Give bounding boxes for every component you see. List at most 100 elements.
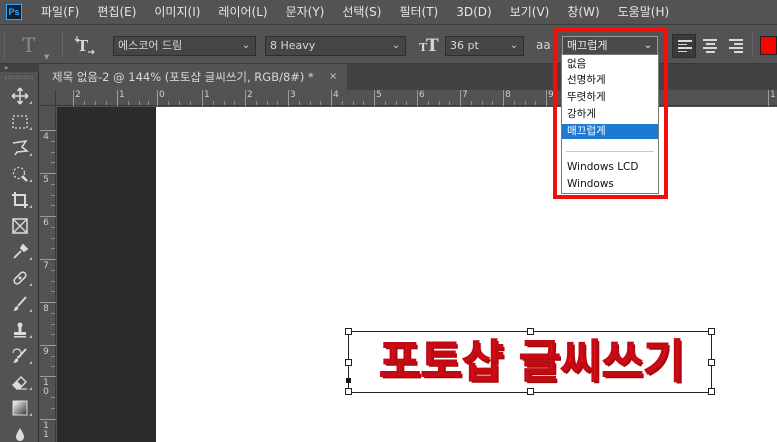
- transform-handle-top-left[interactable]: [345, 328, 352, 335]
- align-left-button[interactable]: [672, 34, 696, 58]
- brush-tool-icon[interactable]: [0, 291, 39, 317]
- ruler-label: 1: [119, 90, 125, 100]
- text-orientation-glyph: T: [74, 36, 95, 55]
- healing-brush-tool-icon[interactable]: [0, 265, 39, 291]
- ruler-label: 1: [204, 90, 210, 100]
- font-family-select[interactable]: 에스코어 드림 ⌄: [113, 36, 256, 56]
- vertical-ruler[interactable]: 4 5 6 7 8 9 1 0 1 1: [40, 106, 56, 442]
- frame-tool-icon[interactable]: [0, 213, 39, 239]
- document-tab-bar: 제목 없음-2 @ 144% (포토샵 글씨쓰기, RGB/8#) * ×: [40, 64, 777, 90]
- transform-handle-right[interactable]: [708, 359, 715, 366]
- font-size-value: 36 pt: [450, 39, 479, 52]
- menu-edit[interactable]: 편집(E): [88, 0, 145, 24]
- align-right-button[interactable]: [724, 34, 748, 58]
- font-family-value: 에스코어 드림: [118, 39, 183, 52]
- lasso-tool-icon[interactable]: [0, 135, 39, 161]
- move-tool-icon[interactable]: [0, 83, 39, 109]
- horizontal-ruler[interactable]: 2 1 0 1 2 3 4 5 6 7 8 9 1: [56, 90, 777, 106]
- chevron-down-icon: ⌄: [241, 40, 251, 51]
- menu-window[interactable]: 창(W): [558, 0, 608, 24]
- menu-select[interactable]: 선택(S): [333, 0, 390, 24]
- quick-selection-tool-icon[interactable]: [0, 161, 39, 187]
- antialias-value: 매끄럽게: [567, 39, 608, 52]
- divider: [62, 33, 63, 57]
- antialias-option-strong[interactable]: 강하게: [562, 107, 658, 122]
- transform-handle-bottom[interactable]: [527, 388, 534, 395]
- ruler-label: 5: [43, 175, 49, 185]
- eraser-tool-icon[interactable]: [0, 369, 39, 395]
- ruler-origin[interactable]: [40, 90, 56, 106]
- menu-bar: Ps 파일(F) 편집(E) 이미지(I) 레이어(L) 문자(Y) 선택(S)…: [0, 0, 777, 24]
- ruler-label: 4: [43, 132, 49, 142]
- menu-3d[interactable]: 3D(D): [447, 0, 500, 24]
- panel-grip[interactable]: [5, 76, 33, 79]
- tools-panel: »: [0, 64, 39, 442]
- font-size-glyph: T T: [419, 36, 439, 56]
- blur-tool-icon[interactable]: [0, 421, 39, 442]
- font-style-select[interactable]: 8 Heavy ⌄: [265, 36, 406, 56]
- transform-handle-top-right[interactable]: [708, 328, 715, 335]
- photoshop-logo: Ps: [6, 4, 22, 20]
- ruler-label: 1 0: [43, 378, 49, 397]
- menu-type[interactable]: 문자(Y): [277, 0, 334, 24]
- marquee-tool-icon[interactable]: [0, 109, 39, 135]
- antialias-option-windows[interactable]: Windows: [562, 177, 658, 192]
- text-orientation-icon[interactable]: T: [74, 33, 98, 57]
- antialias-option-none[interactable]: 없음: [562, 57, 658, 72]
- divider: [752, 33, 753, 57]
- eyedropper-tool-icon[interactable]: [0, 239, 39, 265]
- ruler-label: 9: [548, 90, 554, 100]
- ruler-label: 4: [333, 90, 339, 100]
- menu-layer[interactable]: 레이어(L): [209, 0, 276, 24]
- document-tab-title: 제목 없음-2 @ 144% (포토샵 글씨쓰기, RGB/8#) *: [52, 70, 314, 84]
- menu-filter[interactable]: 필터(T): [390, 0, 447, 24]
- panel-collapse-icon[interactable]: »: [0, 64, 39, 72]
- align-center-button[interactable]: [698, 34, 722, 58]
- antialias-option-crisp[interactable]: 뚜렷하게: [562, 90, 658, 105]
- transform-handle-bottom-left[interactable]: [345, 388, 352, 395]
- font-style-value: 8 Heavy: [270, 39, 316, 52]
- antialias-option-windows-lcd[interactable]: Windows LCD: [562, 160, 658, 175]
- antialias-select[interactable]: 매끄럽게 ⌄: [562, 36, 658, 56]
- clone-stamp-tool-icon[interactable]: [0, 317, 39, 343]
- ruler-label: 2: [75, 90, 81, 100]
- ruler-label: 7: [43, 261, 49, 271]
- menu-file[interactable]: 파일(F): [32, 0, 88, 24]
- history-brush-tool-icon[interactable]: [0, 343, 39, 369]
- chevron-down-icon: ⌄: [391, 40, 401, 51]
- chevron-down-icon: ⌄: [643, 40, 653, 51]
- menu-view[interactable]: 보기(V): [501, 0, 559, 24]
- menu-image[interactable]: 이미지(I): [145, 0, 209, 24]
- antialias-option-smooth[interactable]: 매끄럽게: [562, 124, 658, 139]
- transform-handle-bottom-right[interactable]: [708, 388, 715, 395]
- ruler-label: 5: [376, 90, 382, 100]
- menu-help[interactable]: 도움말(H): [609, 0, 679, 24]
- ruler-label: 7: [462, 90, 468, 100]
- pasteboard: [57, 107, 156, 442]
- ruler-label: 0: [159, 90, 165, 100]
- crop-tool-icon[interactable]: [0, 187, 39, 213]
- text-color-swatch[interactable]: [760, 36, 777, 55]
- ruler-label: 8: [43, 304, 49, 314]
- options-grip[interactable]: [4, 33, 8, 57]
- close-icon[interactable]: ×: [329, 64, 341, 90]
- transform-handle-top[interactable]: [527, 328, 534, 335]
- document-tab[interactable]: 제목 없음-2 @ 144% (포토샵 글씨쓰기, RGB/8#) * ×: [40, 64, 347, 90]
- ruler-label: 8: [505, 90, 511, 100]
- type-tool-preset-icon[interactable]: T ▼: [22, 33, 49, 61]
- gradient-tool-icon[interactable]: [0, 395, 39, 421]
- antialias-option-sharp[interactable]: 선명하게: [562, 73, 658, 88]
- ruler-label: 1 1: [43, 421, 49, 440]
- transform-handle-left[interactable]: [345, 359, 352, 366]
- ruler-label: 9: [43, 347, 49, 357]
- text-layer-content[interactable]: 포토샵 글씨쓰기: [351, 335, 713, 389]
- divider: [666, 33, 667, 57]
- font-size-icon: T T: [418, 33, 440, 57]
- svg-text:T: T: [426, 36, 439, 55]
- chevron-down-icon: ⌄: [509, 40, 519, 51]
- ruler-label: 3: [290, 90, 296, 100]
- ruler-label: 2: [247, 90, 253, 100]
- text-layer-bounding-box[interactable]: 포토샵 글씨쓰기: [345, 328, 715, 395]
- font-size-select[interactable]: 36 pt ⌄: [445, 36, 524, 56]
- text-cursor: [346, 378, 351, 383]
